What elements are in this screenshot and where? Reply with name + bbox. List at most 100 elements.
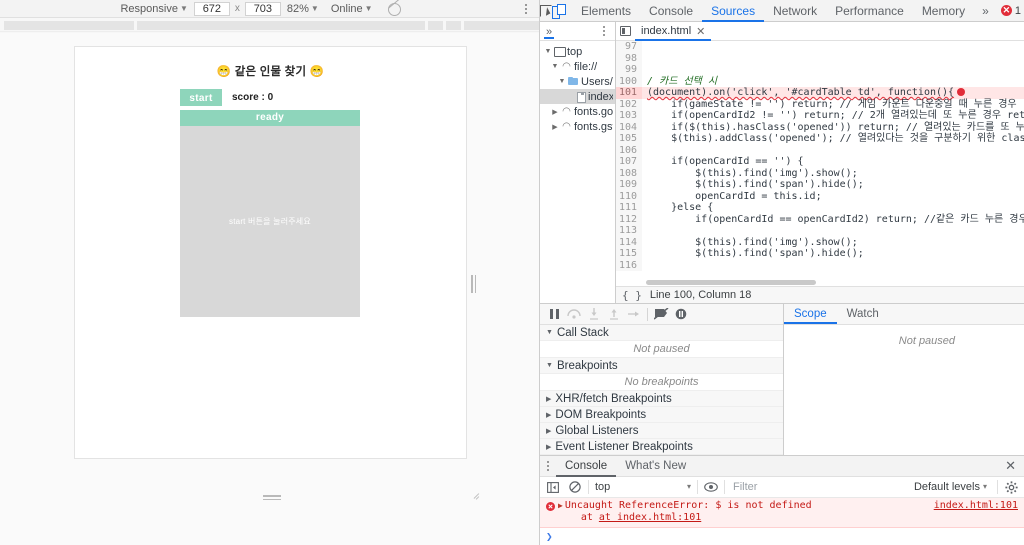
- section-event-listener-breakpoints[interactable]: ▶ Event Listener Breakpoints: [540, 439, 783, 455]
- tree-twisty-icon[interactable]: ▼: [551, 63, 559, 70]
- step-into-icon[interactable]: [584, 304, 604, 324]
- devtools-tab-list: Elements Console Sources Network Perform…: [572, 0, 997, 22]
- navigator-expand-icon[interactable]: »: [544, 24, 554, 39]
- console-input-prompt[interactable]: ❯: [540, 528, 1024, 545]
- section-call-stack[interactable]: ▼ Call Stack: [540, 325, 783, 341]
- chevron-right-icon: ▶: [546, 427, 552, 435]
- tab-watch[interactable]: Watch: [837, 304, 889, 324]
- device-toolbar-icon[interactable]: [552, 0, 566, 21]
- tree-item-fonts-gstatic[interactable]: ▶ ◠ fonts.gsta: [540, 119, 615, 134]
- zoom-select[interactable]: 82% ▼: [281, 1, 325, 17]
- console-error-message[interactable]: ▶ Uncaught ReferenceError: $ is not defi…: [540, 498, 1024, 528]
- step-over-icon[interactable]: [564, 304, 584, 324]
- code-line: 100 / 카드 선택 시: [616, 75, 1024, 87]
- error-icon: ✕: [1000, 4, 1012, 16]
- code-line: 99: [616, 64, 1024, 76]
- console-sidebar-icon[interactable]: [542, 477, 564, 497]
- tree-item-users-folder[interactable]: ▼ Users/z: [540, 74, 615, 89]
- tree-item-file-scheme[interactable]: ▼ ◠ file://: [540, 59, 615, 74]
- editor-tab-index-html[interactable]: index.html ✕: [635, 22, 711, 41]
- code-line: 106: [616, 144, 1024, 156]
- error-icon: [546, 502, 555, 511]
- tab-performance[interactable]: Performance: [826, 0, 913, 22]
- console-filter-input[interactable]: [727, 479, 906, 495]
- console-log-levels-select[interactable]: Default levels ▾: [906, 481, 995, 493]
- section-breakpoints[interactable]: ▼ Breakpoints: [540, 358, 783, 374]
- close-drawer-icon[interactable]: ✕: [997, 458, 1024, 474]
- line-number: 114: [616, 236, 642, 248]
- console-error-stack-link[interactable]: at index.html:101: [599, 512, 701, 523]
- console-toolbar: top ▾ Default levels ▾: [540, 477, 1024, 498]
- start-button[interactable]: start: [180, 89, 222, 106]
- frame-icon: [554, 46, 566, 57]
- throttling-select[interactable]: Online ▼: [325, 1, 379, 17]
- section-dom-breakpoints[interactable]: ▶ DOM Breakpoints: [540, 407, 783, 423]
- more-tabs-icon[interactable]: »: [974, 0, 997, 22]
- tree-twisty-icon[interactable]: ▶: [551, 123, 559, 131]
- navigator-kebab-icon[interactable]: [597, 26, 611, 36]
- chevron-right-icon: ▶: [546, 411, 552, 419]
- pause-on-exceptions-icon[interactable]: [671, 304, 691, 324]
- code-editor[interactable]: 97 98 99 100 / 카드 선택 시 101 (document).on('…: [616, 41, 1024, 286]
- tree-twisty-icon[interactable]: ▼: [544, 48, 552, 55]
- line-number: 97: [616, 41, 642, 53]
- step-out-icon[interactable]: [604, 304, 624, 324]
- tab-memory[interactable]: Memory: [913, 0, 974, 22]
- resize-handle-bottom[interactable]: [261, 494, 283, 501]
- card-table[interactable]: start 버튼을 눌러주세요: [180, 126, 360, 317]
- close-icon[interactable]: ✕: [696, 25, 705, 38]
- gear-icon[interactable]: [1000, 480, 1022, 494]
- code-text: openCardId = this.id;: [647, 190, 822, 202]
- inspect-element-icon[interactable]: [540, 0, 552, 21]
- tab-console[interactable]: Console: [640, 0, 702, 22]
- console-error-title: Uncaught ReferenceError: $ is not define…: [564, 500, 812, 511]
- device-viewport[interactable]: 😁 같은 인물 찾기 😁 start score : 0 ready start…: [75, 47, 466, 458]
- tree-item-fonts-googleapis[interactable]: ▶ ◠ fonts.goo: [540, 104, 615, 119]
- section-global-listeners[interactable]: ▶ Global Listeners: [540, 423, 783, 439]
- section-xhr-breakpoints[interactable]: ▶ XHR/fetch Breakpoints: [540, 391, 783, 407]
- resize-handle-corner[interactable]: [470, 491, 480, 500]
- editor-horizontal-scrollbar[interactable]: [646, 280, 816, 285]
- console-context-select[interactable]: top ▾: [591, 479, 695, 496]
- line-number: 103: [616, 110, 642, 122]
- device-preset-select[interactable]: Responsive ▼: [114, 1, 193, 17]
- side-panel-icon[interactable]: [616, 26, 635, 36]
- device-height-input[interactable]: 703: [244, 1, 281, 16]
- devtools-topbar: Elements Console Sources Network Perform…: [540, 0, 1024, 22]
- device-options-kebab-icon[interactable]: [519, 3, 533, 14]
- device-width-input[interactable]: 672: [193, 1, 230, 16]
- resize-handle-right[interactable]: [470, 273, 477, 295]
- drawer-tab-console[interactable]: Console: [556, 456, 616, 477]
- tab-elements[interactable]: Elements: [572, 0, 640, 22]
- game-status-bar: ready: [180, 110, 360, 126]
- tree-item-index-html[interactable]: index: [540, 89, 615, 104]
- tree-item-top[interactable]: ▼ top: [540, 44, 615, 59]
- tab-scope[interactable]: Scope: [784, 304, 837, 324]
- tab-network[interactable]: Network: [764, 0, 826, 22]
- line-number: 104: [616, 121, 642, 133]
- clear-console-icon[interactable]: [564, 477, 586, 497]
- deactivate-breakpoints-icon[interactable]: [651, 304, 671, 324]
- live-expression-icon[interactable]: [700, 477, 722, 497]
- console-message-source-link[interactable]: index.html:101: [926, 500, 1018, 511]
- chevron-right-icon: ▶: [546, 395, 552, 403]
- drawer-kebab-icon[interactable]: [540, 461, 556, 471]
- pretty-print-icon[interactable]: { }: [622, 289, 642, 302]
- tree-item-label: top: [567, 45, 583, 58]
- step-icon[interactable]: [624, 304, 644, 324]
- scope-empty-message: Not paused: [898, 335, 956, 347]
- device-preset-label: Responsive: [120, 2, 178, 15]
- tree-twisty-icon[interactable]: ▼: [558, 78, 566, 85]
- line-number: 115: [616, 248, 642, 260]
- line-number: 111: [616, 202, 642, 214]
- section-title: XHR/fetch Breakpoints: [555, 392, 672, 405]
- expand-arrow-icon[interactable]: ▶: [558, 501, 563, 510]
- pause-icon[interactable]: [544, 304, 564, 324]
- drawer-tab-whats-new[interactable]: What's New: [616, 456, 695, 477]
- tab-sources[interactable]: Sources: [702, 0, 764, 22]
- rotate-icon[interactable]: [387, 2, 401, 16]
- tree-twisty-icon[interactable]: ▶: [551, 108, 559, 116]
- device-emulation-pane: Responsive ▼ 672 x 703 82% ▼ Online ▼ 😁 …: [0, 0, 540, 545]
- error-count-badge[interactable]: ✕ 1: [997, 5, 1024, 17]
- log-levels-label: Default levels: [913, 481, 980, 493]
